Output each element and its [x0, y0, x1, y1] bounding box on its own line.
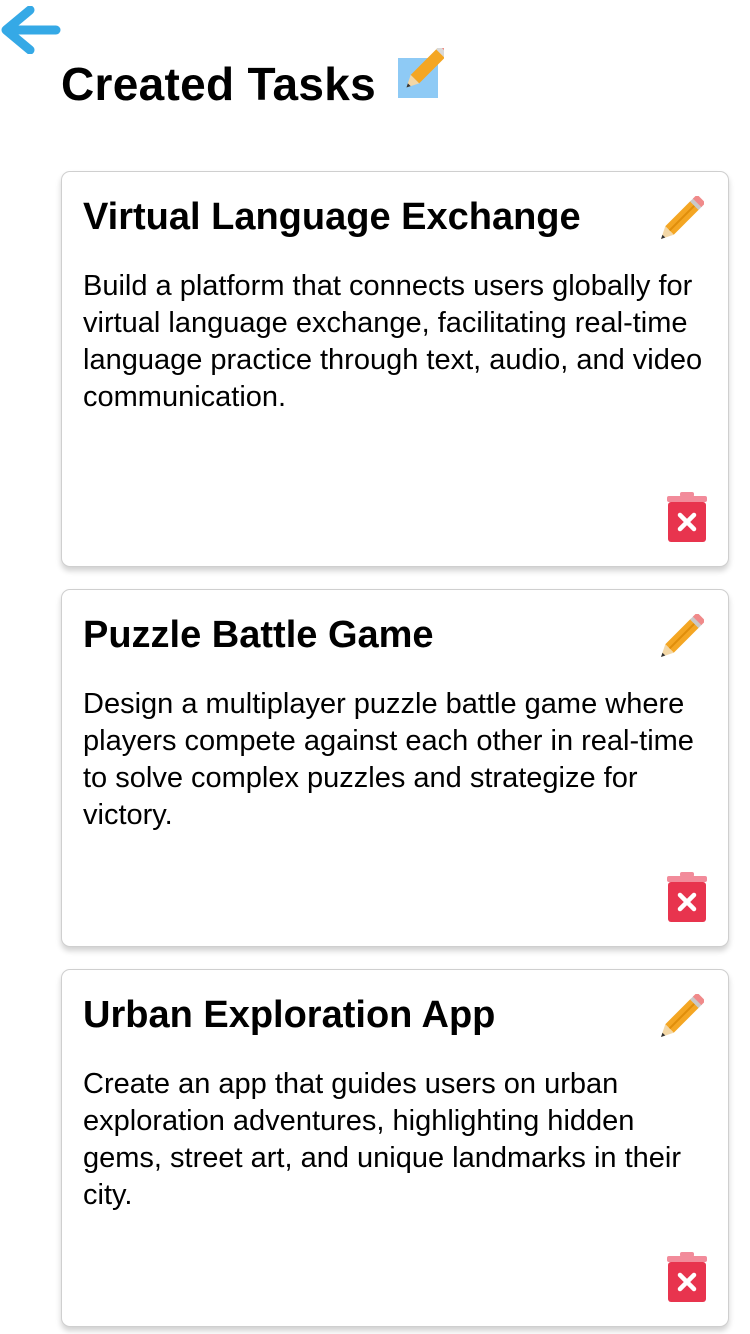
task-title: Puzzle Battle Game	[83, 614, 434, 656]
pencil-icon	[661, 196, 704, 239]
delete-task-button[interactable]	[666, 872, 708, 924]
edit-task-button[interactable]	[652, 994, 704, 1046]
trash-icon	[667, 1252, 707, 1302]
trash-icon	[667, 492, 707, 542]
page-header: Created Tasks	[61, 44, 444, 124]
task-card: Puzzle Battle Game Design a multiplayer …	[61, 589, 729, 947]
task-description: Build a platform that connects users glo…	[83, 270, 703, 413]
delete-task-button[interactable]	[666, 1252, 708, 1304]
task-card: Virtual Language Exchange Build a platfo…	[61, 171, 729, 567]
left-arrow-icon	[1, 6, 61, 54]
edit-task-button[interactable]	[652, 196, 704, 248]
memo-icon	[396, 48, 444, 100]
pencil-icon	[661, 994, 704, 1037]
task-title: Virtual Language Exchange	[83, 196, 581, 238]
page-title: Created Tasks	[61, 58, 376, 110]
task-description: Design a multiplayer puzzle battle game …	[83, 688, 694, 831]
task-list: Virtual Language Exchange Build a platfo…	[61, 171, 729, 1334]
edit-task-button[interactable]	[652, 614, 704, 666]
created-tasks-page: Created Tasks Virtual Language Exchange …	[0, 0, 750, 1334]
task-description: Create an app that guides users on urban…	[83, 1068, 682, 1211]
task-title: Urban Exploration App	[83, 994, 496, 1036]
delete-task-button[interactable]	[666, 492, 708, 544]
task-card: Urban Exploration App Create an app that…	[61, 969, 729, 1327]
back-button[interactable]	[0, 6, 62, 54]
trash-icon	[667, 872, 707, 922]
pencil-icon	[661, 614, 704, 657]
